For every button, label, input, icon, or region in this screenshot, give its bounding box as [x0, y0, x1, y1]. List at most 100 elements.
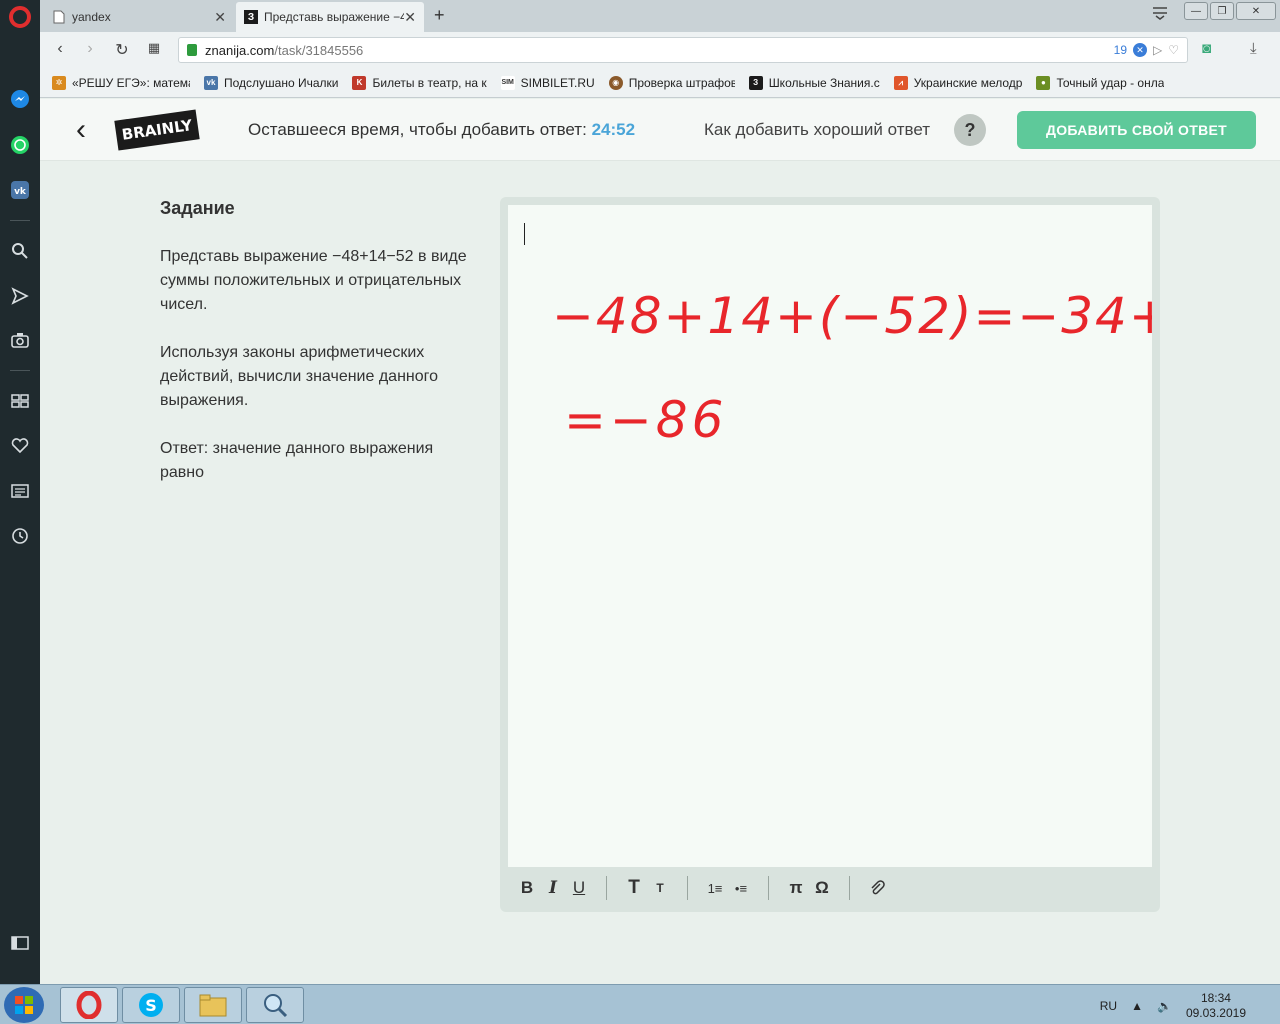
brainly-logo[interactable]: BRAINLY — [114, 109, 200, 151]
whatsapp-icon[interactable] — [9, 134, 31, 156]
melodrama-icon: ⩘ — [893, 75, 908, 90]
history-icon[interactable] — [9, 525, 31, 547]
tab-menu-icon[interactable] — [1152, 6, 1168, 23]
sidebar-divider — [10, 370, 30, 371]
bookmark-item[interactable]: ⩘ Украинские мелодр — [893, 75, 1023, 90]
heart-icon[interactable] — [9, 435, 31, 457]
bullet-list-icon[interactable]: •≡ — [728, 875, 754, 901]
bookmark-item[interactable]: SIM SIMBILET.RU — [500, 75, 595, 90]
taskbar-explorer[interactable] — [184, 987, 242, 1023]
close-window-button[interactable]: ✕ — [1236, 2, 1276, 20]
znanija-icon: З — [748, 75, 763, 90]
taskbar-opera[interactable] — [60, 987, 118, 1023]
answer-text-area[interactable]: −48+14+(−52)=−34+(−52) =−86 — [508, 205, 1152, 867]
bookmark-label: «РЕШУ ЕГЭ»: матема — [72, 75, 190, 90]
search-icon[interactable] — [9, 240, 31, 262]
handwriting-line-1: −48+14+(−52)=−34+(−52) — [552, 287, 1152, 345]
sidebar-divider — [10, 220, 30, 221]
task-paragraph: Представь выражение −48+14−52 в виде сум… — [160, 248, 467, 313]
url-input[interactable]: znanija.com /task/31845556 19 ✕ ▷ ♡ — [178, 37, 1188, 63]
opera-sidebar: vk — [0, 0, 40, 984]
italic-button[interactable]: I — [540, 875, 566, 901]
messenger-icon[interactable] — [9, 88, 31, 110]
tab-label: yandex — [72, 10, 111, 24]
bookmark-item[interactable]: ✲ «РЕШУ ЕГЭ»: матема — [52, 75, 190, 90]
bookmark-item[interactable]: K Билеты в театр, на к — [352, 75, 487, 90]
window-controls: — ❐ ✕ — [1184, 2, 1276, 20]
bookmark-label: Билеты в театр, на к — [372, 75, 487, 90]
bookmarks-bar: ✲ «РЕШУ ЕГЭ»: матема vk Подслушано Ичалк… — [40, 68, 1280, 98]
bookmark-label: Подслушано Ичалки — [224, 75, 339, 90]
bookmark-label: Украинские мелодр — [913, 75, 1023, 90]
clock[interactable]: 18:34 09.03.2019 — [1186, 991, 1246, 1021]
sidebar-toggle-icon[interactable] — [9, 932, 31, 954]
attach-icon[interactable] — [864, 875, 890, 901]
language-indicator[interactable]: RU — [1100, 999, 1117, 1013]
text-large-button[interactable]: T — [621, 875, 647, 901]
address-bar: ‹ › ↻ ▦ znanija.com /task/31845556 19 ✕ … — [40, 32, 1280, 68]
timer: Оставшееся время, чтобы добавить ответ: … — [248, 120, 635, 140]
omega-button[interactable]: Ω — [809, 875, 835, 901]
tab-task[interactable]: З Представь выражение −4 ✕ — [236, 2, 424, 32]
taskbar-skype[interactable]: S — [122, 987, 180, 1023]
bookmark-label: Школьные Знания.c — [768, 75, 880, 90]
help-button[interactable]: ? — [954, 114, 986, 146]
folder-icon — [199, 994, 227, 1017]
add-answer-button[interactable]: ДОБАВИТЬ СВОЙ ОТВЕТ — [1017, 111, 1256, 149]
tray-arrow-icon[interactable]: ▲ — [1131, 999, 1143, 1013]
timer-label: Оставшееся время, чтобы добавить ответ: — [248, 120, 587, 139]
send-icon[interactable] — [9, 285, 31, 307]
url-host: znanija.com — [205, 42, 275, 58]
news-icon[interactable] — [9, 480, 31, 502]
tab-close-icon[interactable]: ✕ — [404, 9, 416, 26]
vk-icon: vk — [204, 75, 218, 90]
download-icon[interactable]: ⤓ — [1250, 40, 1257, 57]
editor-toolbar: B I U T T 1≡ •≡ π Ω — [508, 869, 1152, 907]
bookmark-item[interactable]: З Школьные Знания.c — [748, 75, 880, 90]
tab-bar: yandex ✕ З Представь выражение −4 ✕ + — … — [40, 0, 1280, 32]
bookmark-item[interactable]: vk Подслушано Ичалки — [204, 75, 339, 90]
system-tray: RU ▲ 🔈 18:34 09.03.2019 — [1100, 991, 1246, 1021]
tab-close-icon[interactable]: ✕ — [214, 9, 226, 26]
maximize-button[interactable]: ❐ — [1210, 2, 1234, 20]
vpn-icon[interactable]: ◙ — [1202, 40, 1211, 57]
send-page-icon[interactable]: ▷ — [1153, 43, 1162, 57]
svg-text:vk: vk — [14, 187, 27, 197]
text-small-button[interactable]: T — [647, 875, 673, 901]
taskbar-search-app[interactable] — [246, 987, 304, 1023]
underline-button[interactable]: U — [566, 875, 592, 901]
task-title: Задание — [160, 198, 235, 218]
tab-yandex[interactable]: yandex ✕ — [44, 2, 234, 32]
new-tab-button[interactable]: + — [434, 5, 445, 26]
toolbar-separator — [849, 876, 850, 900]
camera-icon[interactable] — [9, 329, 31, 351]
back-icon[interactable]: ‹ — [50, 40, 70, 58]
reshu-ege-icon: ✲ — [52, 75, 66, 90]
start-button[interactable] — [4, 987, 44, 1023]
opera-logo-icon[interactable] — [9, 6, 31, 28]
reload-icon[interactable]: ↻ — [112, 40, 132, 60]
forward-icon[interactable]: › — [80, 40, 100, 58]
url-actions: 19 ✕ ▷ ♡ — [1114, 43, 1179, 57]
bookmark-item[interactable]: ● Точный удар - онла — [1036, 75, 1164, 90]
back-arrow-icon[interactable]: ‹ — [76, 113, 86, 147]
howto-link[interactable]: Как добавить хороший ответ — [704, 120, 930, 140]
bookmark-item[interactable]: ◉ Проверка штрафов — [608, 75, 735, 90]
brainly-header: ‹ BRAINLY Оставшееся время, чтобы добави… — [40, 99, 1280, 161]
speed-dial-icon[interactable] — [9, 390, 31, 412]
tochny-udar-icon: ● — [1036, 75, 1051, 90]
pi-button[interactable]: π — [783, 875, 809, 901]
police-emblem-icon: ◉ — [608, 75, 623, 90]
volume-icon[interactable]: 🔈 — [1157, 999, 1172, 1013]
lock-icon — [187, 44, 197, 56]
ordered-list-icon[interactable]: 1≡ — [702, 875, 728, 901]
adblock-icon[interactable]: ✕ — [1133, 43, 1147, 57]
bold-button[interactable]: B — [514, 875, 540, 901]
kassir-icon: K — [352, 75, 367, 90]
task-paragraph: Используя законы арифметических действий… — [160, 344, 439, 409]
bookmark-heart-icon[interactable]: ♡ — [1168, 43, 1179, 57]
minimize-button[interactable]: — — [1184, 2, 1208, 20]
toolbar-separator — [768, 876, 769, 900]
vk-icon[interactable]: vk — [9, 179, 31, 201]
tabs-grid-icon[interactable]: ▦ — [144, 40, 164, 56]
